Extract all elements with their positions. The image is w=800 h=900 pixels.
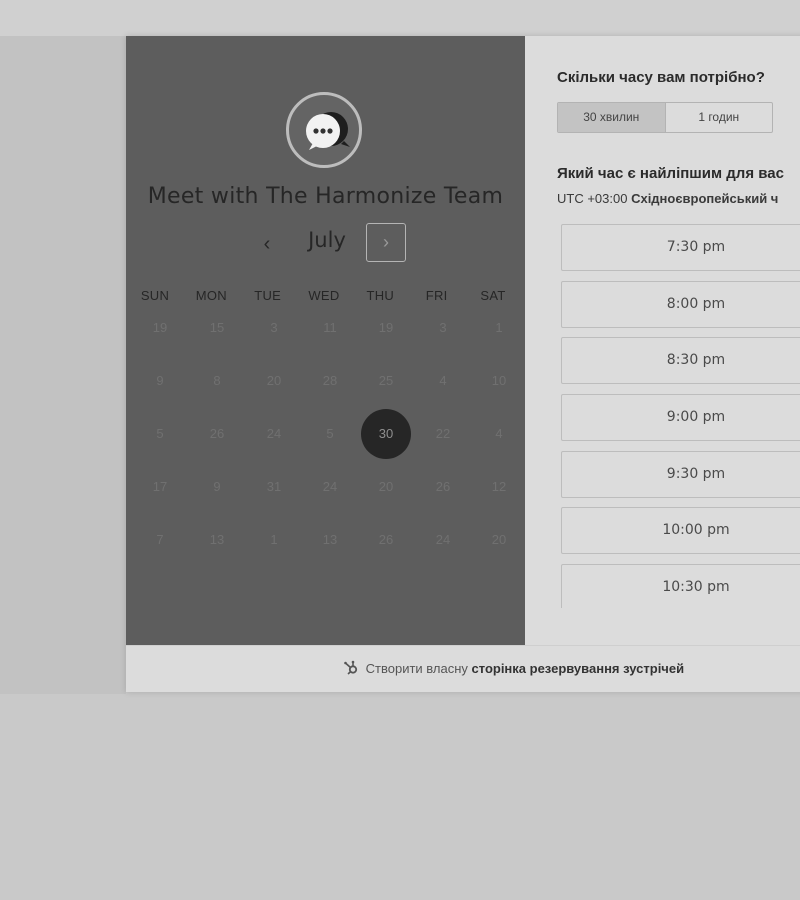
calendar-week: 19 15 3 11 19 3 1 bbox=[126, 308, 525, 361]
calendar-day[interactable]: 24 bbox=[249, 414, 299, 464]
calendar-day[interactable]: 3 bbox=[418, 308, 468, 358]
calendar-week: 9 8 20 28 25 4 10 bbox=[126, 361, 525, 414]
calendar-day[interactable]: 3 bbox=[249, 308, 299, 358]
time-selection-panel: Скільки часу вам потрібно? 30 хвилин 1 г… bbox=[525, 36, 800, 645]
footer-prefix: Створити власну bbox=[365, 661, 468, 676]
duration-option-30min[interactable]: 30 хвилин bbox=[558, 103, 666, 132]
calendar-day[interactable]: 8 bbox=[192, 361, 242, 411]
host-title: Meet with The Harmonize Team bbox=[147, 184, 504, 209]
calendar-day[interactable]: 22 bbox=[418, 414, 468, 464]
hubspot-sprocket-icon bbox=[344, 660, 358, 675]
calendar-day[interactable]: 10 bbox=[474, 361, 524, 411]
calendar-day[interactable]: 7 bbox=[135, 520, 185, 570]
calendar-day[interactable]: 4 bbox=[418, 361, 468, 411]
duration-toggle: 30 хвилин 1 годин bbox=[557, 102, 773, 133]
prev-month-button[interactable]: ‹ bbox=[252, 230, 282, 258]
time-slot[interactable]: 8:00 pm bbox=[561, 280, 800, 328]
chat-bubble-icon bbox=[306, 112, 350, 150]
calendar-day[interactable]: 17 bbox=[135, 467, 185, 517]
calendar-day[interactable]: 4 bbox=[474, 414, 524, 464]
weekday-sun: SUN bbox=[140, 288, 170, 303]
calendar-day[interactable]: 11 bbox=[305, 308, 355, 358]
calendar-day[interactable]: 13 bbox=[192, 520, 242, 570]
weekday-mon: MON bbox=[195, 288, 227, 303]
calendar-panel: Meet with The Harmonize Team ‹ July › SU… bbox=[126, 36, 525, 645]
calendar-day[interactable]: 12 bbox=[474, 467, 524, 517]
calendar-day[interactable]: 13 bbox=[305, 520, 355, 570]
calendar-day[interactable]: 24 bbox=[418, 520, 468, 570]
month-label: July bbox=[308, 228, 346, 252]
page-backdrop: Meet with The Harmonize Team ‹ July › SU… bbox=[0, 0, 800, 900]
footer: Створити власну сторінка резервування зу… bbox=[126, 645, 800, 692]
weekday-header: SUN MON TUE WED THU FRI SAT bbox=[126, 288, 525, 303]
timezone-name: Східноєвропейський ч bbox=[631, 191, 779, 206]
calendar-day-selected[interactable]: 30 bbox=[361, 409, 411, 459]
time-slot[interactable]: 10:30 pm bbox=[561, 564, 800, 608]
calendar-day[interactable]: 1 bbox=[249, 520, 299, 570]
time-slot[interactable]: 8:30 pm bbox=[561, 337, 800, 385]
duration-option-1hour[interactable]: 1 годин bbox=[666, 103, 773, 132]
calendar-day[interactable]: 20 bbox=[361, 467, 411, 517]
time-question: Який час є найліпшим для вас bbox=[557, 165, 784, 182]
calendar-day[interactable]: 19 bbox=[135, 308, 185, 358]
calendar-day[interactable]: 5 bbox=[135, 414, 185, 464]
time-slot[interactable]: 9:00 pm bbox=[561, 394, 800, 442]
host-avatar bbox=[286, 92, 362, 168]
calendar-day[interactable]: 9 bbox=[192, 467, 242, 517]
create-meetings-page-link[interactable]: Створити власну сторінка резервування зу… bbox=[343, 660, 684, 676]
calendar-day[interactable]: 26 bbox=[418, 467, 468, 517]
calendar-week: 17 9 31 24 20 26 12 bbox=[126, 467, 525, 520]
weekday-fri: FRI bbox=[425, 288, 448, 303]
time-slot[interactable]: 9:30 pm bbox=[561, 450, 800, 498]
calendar-day[interactable]: 26 bbox=[192, 414, 242, 464]
duration-question: Скільки часу вам потрібно? bbox=[557, 69, 765, 86]
chevron-left-icon: ‹ bbox=[263, 233, 271, 255]
calendar-day[interactable]: 20 bbox=[249, 361, 299, 411]
calendar-day[interactable]: 15 bbox=[192, 308, 242, 358]
chevron-right-icon: › bbox=[383, 232, 389, 252]
calendar-week: 7 13 1 13 26 24 20 bbox=[126, 520, 525, 573]
footer-link-text: сторінка резервування зустрічей bbox=[471, 661, 685, 676]
weekday-sat: SAT bbox=[480, 288, 506, 303]
calendar-day[interactable]: 5 bbox=[305, 414, 355, 464]
timezone-label[interactable]: UTC +03:00 Східноєвропейський ч bbox=[557, 191, 778, 206]
booking-widget: Meet with The Harmonize Team ‹ July › SU… bbox=[126, 36, 800, 692]
calendar-day[interactable]: 19 bbox=[361, 308, 411, 358]
calendar-day[interactable]: 31 bbox=[249, 467, 299, 517]
weekday-tue: TUE bbox=[254, 288, 282, 303]
calendar-day[interactable]: 1 bbox=[474, 308, 524, 358]
calendar-grid: 19 15 3 11 19 3 1 9 8 20 28 25 4 10 5 26… bbox=[126, 308, 525, 573]
time-slot-list[interactable]: 7:30 pm 8:00 pm 8:30 pm 9:00 pm 9:30 pm … bbox=[561, 224, 800, 608]
weekday-thu: THU bbox=[366, 288, 395, 303]
timezone-offset: UTC +03:00 bbox=[557, 191, 628, 206]
calendar-day[interactable]: 9 bbox=[135, 361, 185, 411]
calendar-day[interactable]: 26 bbox=[361, 520, 411, 570]
top-band bbox=[0, 0, 800, 36]
next-month-button[interactable]: › bbox=[366, 223, 406, 262]
calendar-day[interactable]: 25 bbox=[361, 361, 411, 411]
calendar-day[interactable]: 20 bbox=[474, 520, 524, 570]
time-slot[interactable]: 7:30 pm bbox=[561, 224, 800, 271]
left-band bbox=[0, 36, 126, 694]
calendar-day[interactable]: 28 bbox=[305, 361, 355, 411]
calendar-week: 5 26 24 5 30 22 4 bbox=[126, 409, 525, 467]
weekday-wed: WED bbox=[308, 288, 340, 303]
calendar-day[interactable]: 24 bbox=[305, 467, 355, 517]
time-slot[interactable]: 10:00 pm bbox=[561, 507, 800, 555]
